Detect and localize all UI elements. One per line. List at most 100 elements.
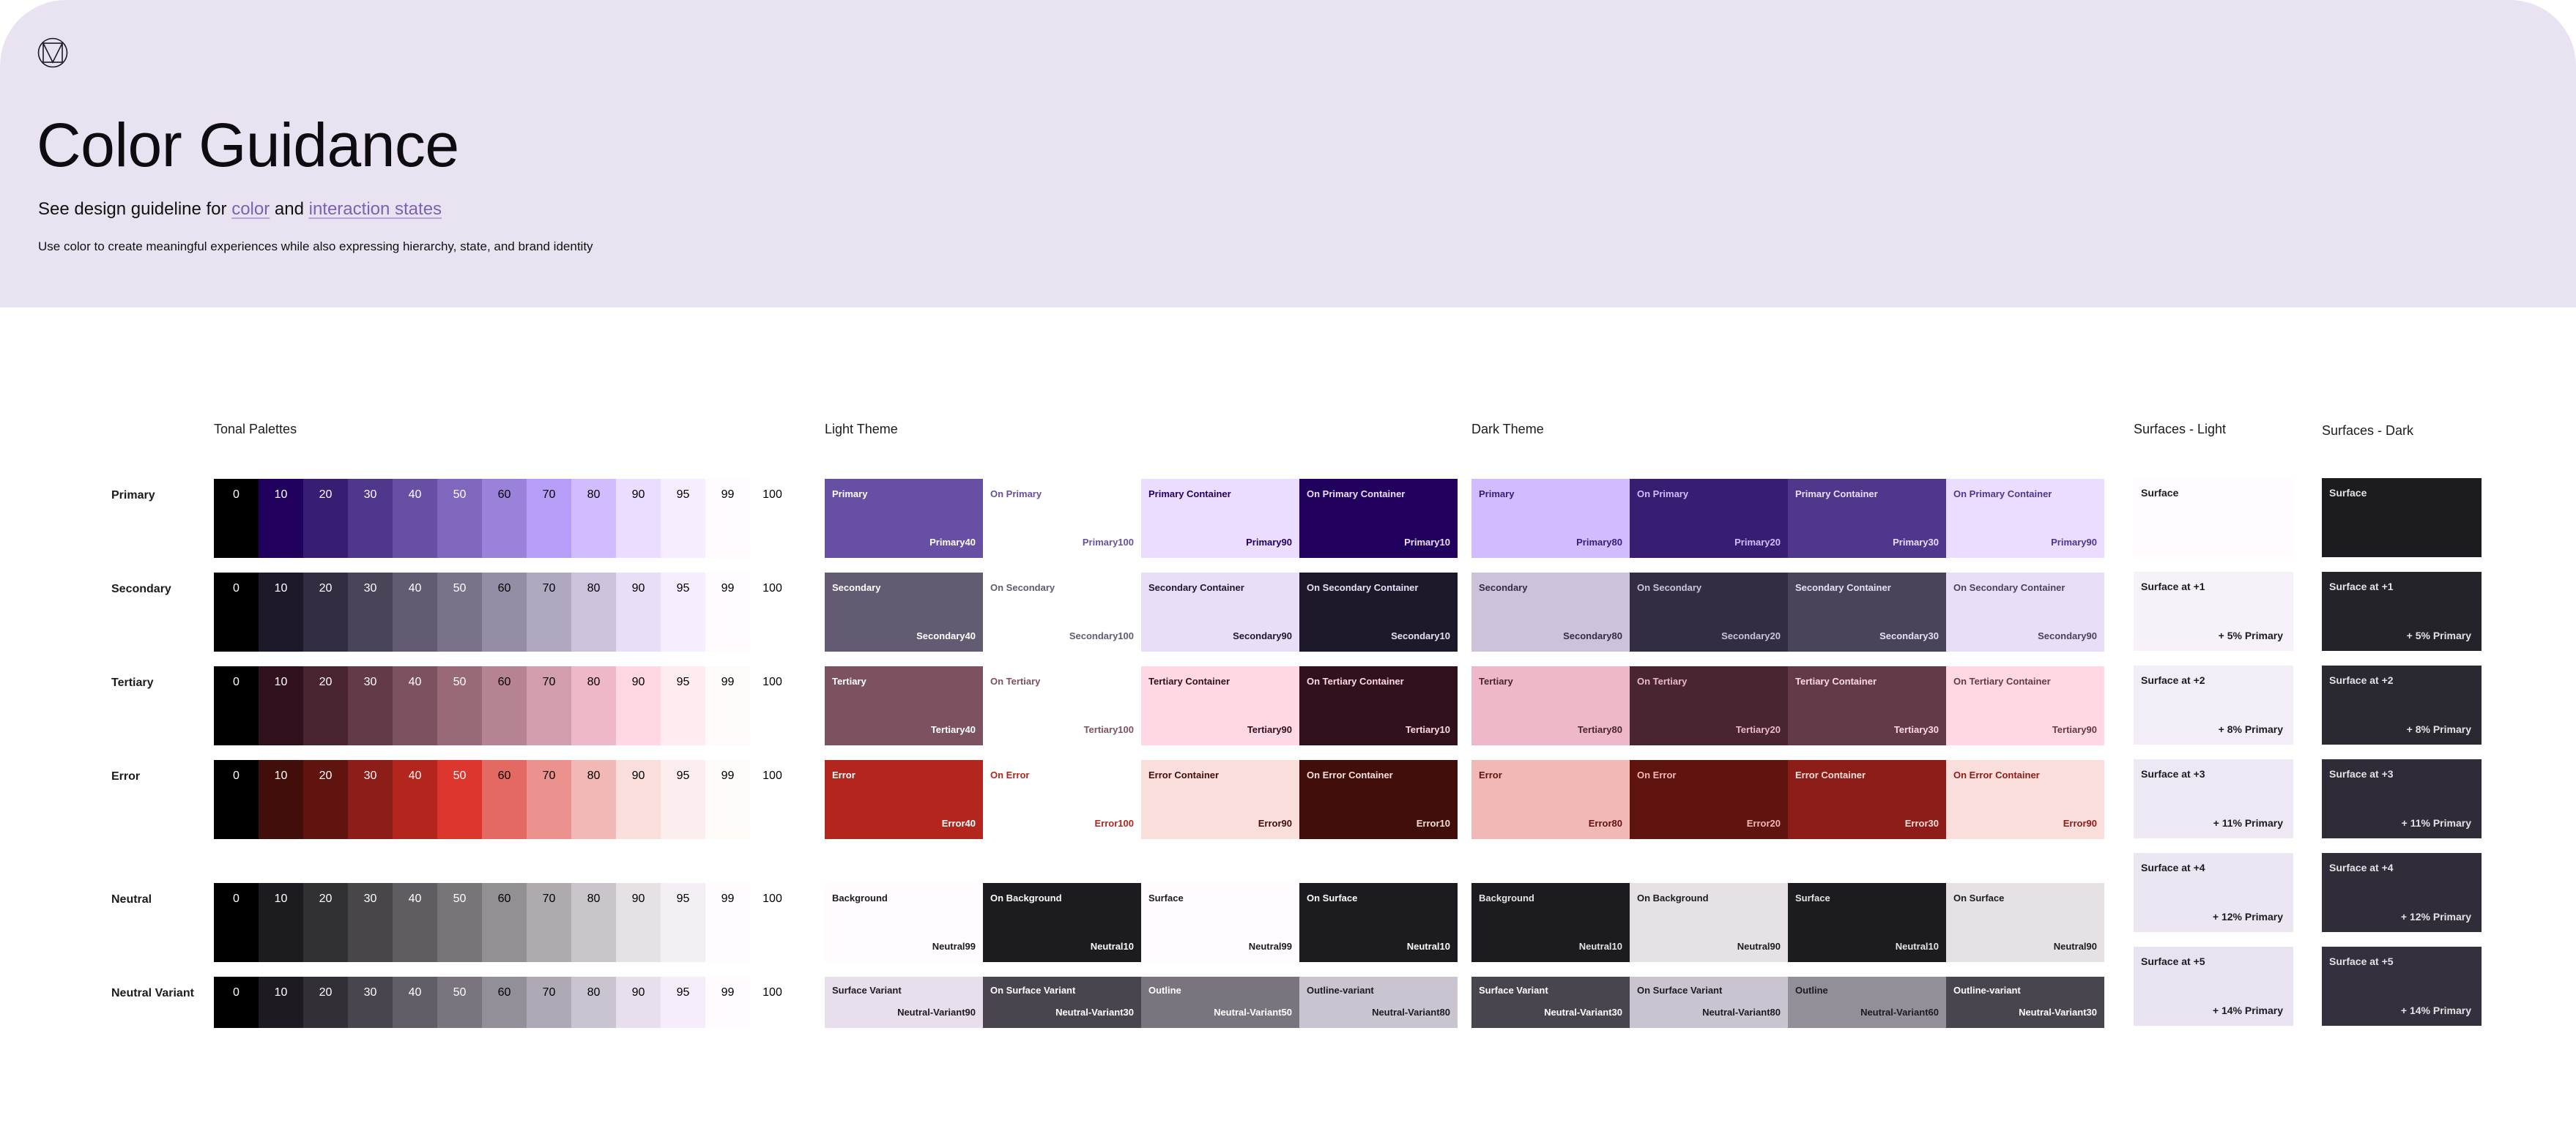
tone-swatch-error-10[interactable]: 10 [259, 760, 303, 839]
tone-swatch-tertiary-99[interactable]: 99 [705, 666, 750, 745]
dark-theme-role-outline-variant[interactable]: Outline-variant Neutral-Variant30 [1946, 977, 2104, 1028]
tone-swatch-neutral-variant-95[interactable]: 95 [661, 977, 705, 1028]
dark-theme-role-on-secondary-container[interactable]: On Secondary Container Secondary90 [1946, 573, 2104, 652]
dark-theme-role-outline[interactable]: Outline Neutral-Variant60 [1788, 977, 1946, 1028]
tone-swatch-secondary-20[interactable]: 20 [303, 573, 348, 652]
tone-swatch-neutral-variant-20[interactable]: 20 [303, 977, 348, 1028]
tone-swatch-tertiary-50[interactable]: 50 [437, 666, 482, 745]
surface-light-surface-at-2[interactable]: Surface at +2 + 8% Primary [2134, 666, 2293, 745]
tone-swatch-neutral-60[interactable]: 60 [482, 883, 527, 962]
dark-theme-role-secondary[interactable]: Secondary Secondary80 [1471, 573, 1630, 652]
tone-swatch-error-30[interactable]: 30 [348, 760, 393, 839]
tone-swatch-error-60[interactable]: 60 [482, 760, 527, 839]
dark-theme-role-background[interactable]: Background Neutral10 [1471, 883, 1630, 962]
tone-swatch-neutral-variant-90[interactable]: 90 [616, 977, 661, 1028]
tone-swatch-primary-50[interactable]: 50 [437, 479, 482, 558]
tone-swatch-tertiary-100[interactable]: 100 [750, 666, 795, 745]
surface-light-surface-at-1[interactable]: Surface at +1 + 5% Primary [2134, 572, 2293, 651]
tone-swatch-secondary-70[interactable]: 70 [527, 573, 571, 652]
tone-swatch-tertiary-0[interactable]: 0 [214, 666, 259, 745]
tone-swatch-neutral-30[interactable]: 30 [348, 883, 393, 962]
tone-swatch-neutral-95[interactable]: 95 [661, 883, 705, 962]
tone-swatch-neutral-variant-99[interactable]: 99 [705, 977, 750, 1028]
light-theme-role-on-primary[interactable]: On Primary Primary100 [983, 479, 1141, 558]
surface-light-surface-at-4[interactable]: Surface at +4 + 12% Primary [2134, 853, 2293, 932]
dark-theme-role-on-primary[interactable]: On Primary Primary20 [1630, 479, 1788, 558]
tone-swatch-primary-20[interactable]: 20 [303, 479, 348, 558]
tone-swatch-error-50[interactable]: 50 [437, 760, 482, 839]
light-theme-role-on-primary-container[interactable]: On Primary Container Primary10 [1299, 479, 1458, 558]
tone-swatch-neutral-variant-0[interactable]: 0 [214, 977, 259, 1028]
dark-theme-role-on-primary-container[interactable]: On Primary Container Primary90 [1946, 479, 2104, 558]
light-theme-role-surface[interactable]: Surface Neutral99 [1141, 883, 1299, 962]
surface-light-surface-at-5[interactable]: Surface at +5 + 14% Primary [2134, 947, 2293, 1026]
light-theme-role-on-error[interactable]: On Error Error100 [983, 760, 1141, 839]
material-logo-icon[interactable] [37, 37, 69, 69]
tone-swatch-secondary-100[interactable]: 100 [750, 573, 795, 652]
color-link[interactable]: color [231, 199, 270, 219]
tone-swatch-neutral-variant-100[interactable]: 100 [750, 977, 795, 1028]
tone-swatch-tertiary-40[interactable]: 40 [393, 666, 437, 745]
tone-swatch-primary-30[interactable]: 30 [348, 479, 393, 558]
tone-swatch-primary-99[interactable]: 99 [705, 479, 750, 558]
dark-theme-role-on-tertiary-container[interactable]: On Tertiary Container Tertiary90 [1946, 666, 2104, 745]
tone-swatch-secondary-10[interactable]: 10 [259, 573, 303, 652]
dark-theme-role-error-container[interactable]: Error Container Error30 [1788, 760, 1946, 839]
tone-swatch-primary-80[interactable]: 80 [571, 479, 616, 558]
interaction-states-link[interactable]: interaction states [309, 199, 442, 219]
tone-swatch-error-90[interactable]: 90 [616, 760, 661, 839]
dark-theme-role-tertiary[interactable]: Tertiary Tertiary80 [1471, 666, 1630, 745]
tone-swatch-secondary-95[interactable]: 95 [661, 573, 705, 652]
surface-dark-surface-at-2[interactable]: Surface at +2 + 8% Primary [2322, 666, 2482, 745]
tone-swatch-error-0[interactable]: 0 [214, 760, 259, 839]
tone-swatch-neutral-20[interactable]: 20 [303, 883, 348, 962]
surface-light-surface[interactable]: Surface [2134, 478, 2293, 557]
tone-swatch-error-100[interactable]: 100 [750, 760, 795, 839]
surface-light-surface-at-3[interactable]: Surface at +3 + 11% Primary [2134, 759, 2293, 838]
light-theme-role-on-tertiary-container[interactable]: On Tertiary Container Tertiary10 [1299, 666, 1458, 745]
tone-swatch-tertiary-90[interactable]: 90 [616, 666, 661, 745]
tone-swatch-neutral-90[interactable]: 90 [616, 883, 661, 962]
light-theme-role-tertiary-container[interactable]: Tertiary Container Tertiary90 [1141, 666, 1299, 745]
tone-swatch-error-99[interactable]: 99 [705, 760, 750, 839]
tone-swatch-error-70[interactable]: 70 [527, 760, 571, 839]
dark-theme-role-on-surface-variant[interactable]: On Surface Variant Neutral-Variant80 [1630, 977, 1788, 1028]
tone-swatch-tertiary-80[interactable]: 80 [571, 666, 616, 745]
light-theme-role-tertiary[interactable]: Tertiary Tertiary40 [825, 666, 983, 745]
light-theme-role-background[interactable]: Background Neutral99 [825, 883, 983, 962]
light-theme-role-on-error-container[interactable]: On Error Container Error10 [1299, 760, 1458, 839]
tone-swatch-error-95[interactable]: 95 [661, 760, 705, 839]
light-theme-role-secondary-container[interactable]: Secondary Container Secondary90 [1141, 573, 1299, 652]
tone-swatch-neutral-50[interactable]: 50 [437, 883, 482, 962]
tone-swatch-neutral-variant-40[interactable]: 40 [393, 977, 437, 1028]
surface-dark-surface[interactable]: Surface [2322, 478, 2482, 557]
surface-dark-surface-at-4[interactable]: Surface at +4 + 12% Primary [2322, 853, 2482, 932]
tone-swatch-primary-60[interactable]: 60 [482, 479, 527, 558]
dark-theme-role-secondary-container[interactable]: Secondary Container Secondary30 [1788, 573, 1946, 652]
light-theme-role-surface-variant[interactable]: Surface Variant Neutral-Variant90 [825, 977, 983, 1028]
tone-swatch-secondary-90[interactable]: 90 [616, 573, 661, 652]
tone-swatch-secondary-40[interactable]: 40 [393, 573, 437, 652]
dark-theme-role-primary-container[interactable]: Primary Container Primary30 [1788, 479, 1946, 558]
tone-swatch-neutral-70[interactable]: 70 [527, 883, 571, 962]
dark-theme-role-on-error-container[interactable]: On Error Container Error90 [1946, 760, 2104, 839]
light-theme-role-on-surface-variant[interactable]: On Surface Variant Neutral-Variant30 [983, 977, 1141, 1028]
dark-theme-role-on-background[interactable]: On Background Neutral90 [1630, 883, 1788, 962]
surface-dark-surface-at-1[interactable]: Surface at +1 + 5% Primary [2322, 572, 2482, 651]
tone-swatch-secondary-30[interactable]: 30 [348, 573, 393, 652]
dark-theme-role-error[interactable]: Error Error80 [1471, 760, 1630, 839]
tone-swatch-primary-100[interactable]: 100 [750, 479, 795, 558]
dark-theme-role-surface-variant[interactable]: Surface Variant Neutral-Variant30 [1471, 977, 1630, 1028]
tone-swatch-tertiary-95[interactable]: 95 [661, 666, 705, 745]
tone-swatch-primary-0[interactable]: 0 [214, 479, 259, 558]
tone-swatch-secondary-99[interactable]: 99 [705, 573, 750, 652]
light-theme-role-on-surface[interactable]: On Surface Neutral10 [1299, 883, 1458, 962]
dark-theme-role-primary[interactable]: Primary Primary80 [1471, 479, 1630, 558]
light-theme-role-primary-container[interactable]: Primary Container Primary90 [1141, 479, 1299, 558]
tone-swatch-neutral-variant-70[interactable]: 70 [527, 977, 571, 1028]
tone-swatch-error-40[interactable]: 40 [393, 760, 437, 839]
tone-swatch-neutral-variant-80[interactable]: 80 [571, 977, 616, 1028]
tone-swatch-primary-90[interactable]: 90 [616, 479, 661, 558]
dark-theme-role-on-error[interactable]: On Error Error20 [1630, 760, 1788, 839]
tone-swatch-neutral-10[interactable]: 10 [259, 883, 303, 962]
